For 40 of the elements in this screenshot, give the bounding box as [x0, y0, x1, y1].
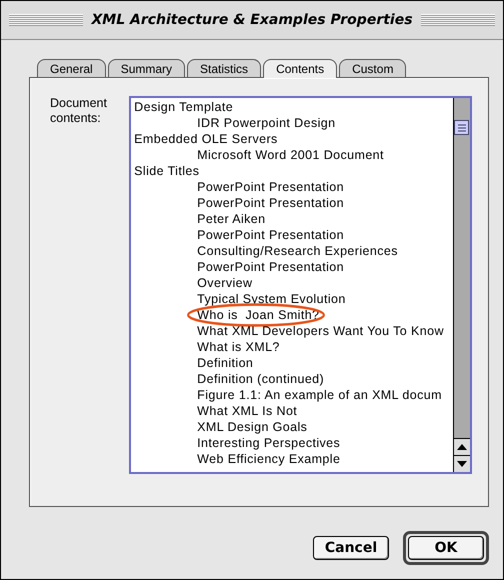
scroll-thumb[interactable] [454, 120, 469, 135]
list-item: Microsoft Word 2001 Document [197, 148, 384, 162]
list-item: IDR Powerpoint Design [197, 116, 336, 130]
up-arrow-icon [457, 444, 467, 450]
list-item: Who is Joan Smith? [197, 308, 320, 322]
list-item: Consulting/Research Experiences [197, 244, 398, 258]
list-item: What XML Is Not [197, 404, 298, 418]
list-item: Overview [197, 276, 252, 290]
list-item: Typical System Evolution [197, 292, 346, 306]
tab[interactable]: Contents [263, 59, 338, 78]
list-item: Web Efficiency Example [197, 452, 340, 466]
list-item: PowerPoint Presentation [197, 180, 344, 194]
list-item: Embedded OLE Servers [134, 131, 279, 147]
list-item: Definition [197, 356, 254, 370]
tab[interactable]: Statistics [187, 59, 262, 78]
list-item: Figure 1.1: An example of an XML docum [197, 388, 442, 402]
list-item: PowerPoint Presentation [197, 196, 344, 210]
list-item: Interesting Perspectives [197, 436, 340, 450]
list-item: Peter Aiken [197, 212, 266, 226]
cancel-button[interactable]: Cancel [313, 536, 389, 560]
tab[interactable]: General [37, 59, 106, 78]
list-item: What is XML? [197, 340, 280, 354]
list-item: XML Design Goals [197, 420, 308, 434]
list-item: PowerPoint Presentation [197, 228, 344, 242]
ok-button[interactable]: OK [408, 536, 484, 560]
list-item: Slide Titles [134, 163, 200, 179]
scroll-up-button[interactable] [454, 438, 470, 455]
scrollbar[interactable] [453, 98, 470, 472]
list-item: Design Template [134, 99, 234, 115]
list-item: PowerPoint Presentation [197, 260, 344, 274]
tab[interactable]: Summary [108, 59, 186, 78]
contents-list[interactable] [129, 96, 472, 474]
scroll-down-button[interactable] [454, 455, 470, 472]
list-item: What XML Developers Want You To Know [197, 324, 444, 338]
down-arrow-icon [457, 461, 467, 467]
list-item: Definition (continued) [197, 372, 324, 386]
window-title: XML Architecture & Examples Properties [91, 12, 413, 28]
grip-icon [456, 124, 466, 132]
field-label: Document contents: [50, 96, 108, 127]
tab[interactable]: Custom [339, 59, 406, 78]
